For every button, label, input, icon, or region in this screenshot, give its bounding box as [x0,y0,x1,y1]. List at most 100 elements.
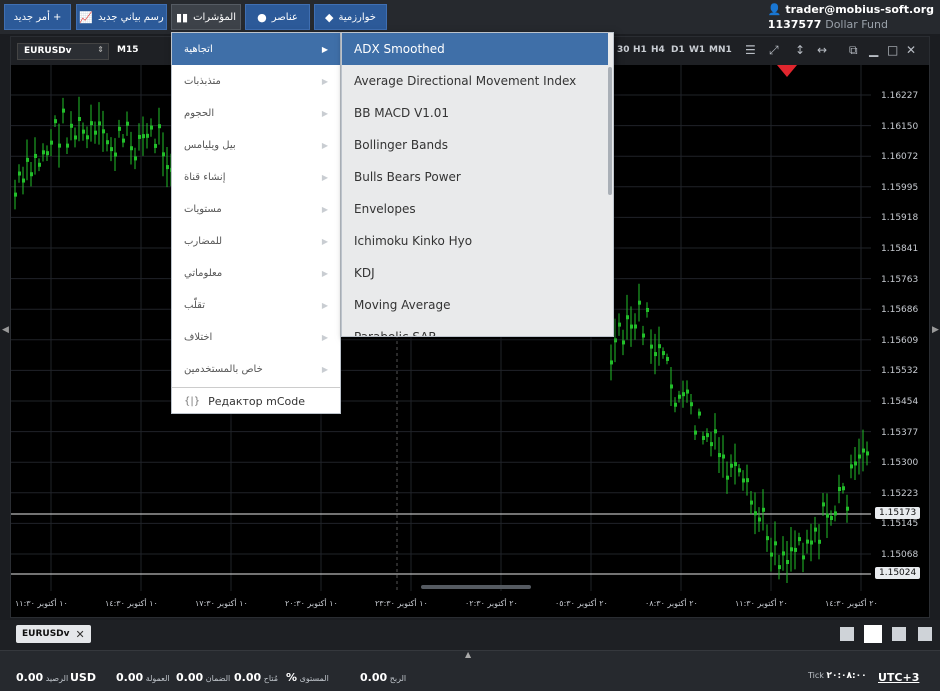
candle-body [838,487,841,492]
tf-w1[interactable]: W1 [689,45,705,55]
candle-body [142,134,145,139]
candle-body [54,119,57,124]
candle-body [730,463,733,468]
candle-body [866,451,869,456]
close-tab-icon[interactable]: ✕ [76,628,85,641]
time-tick-label: ١٠ أكتوبر ٢٣:٣٠ [375,599,428,608]
left-collapse-icon[interactable]: ◀ [2,325,9,335]
symbol-value: EURUSDv [24,46,72,56]
indicator-category-item[interactable]: الحجوم ▶ [172,97,340,129]
candle-body [26,157,29,162]
maximize-icon[interactable]: □ [887,43,898,57]
layout-rows-button[interactable] [918,627,932,641]
indicator-item[interactable]: Ichimoku Kinko Hyo [342,225,608,257]
new-order-button[interactable]: أمر جديد + [4,4,71,30]
vertical-line-icon[interactable]: ↕ [795,43,805,57]
candle-body [618,322,621,327]
price-tick-label: 1.15841 [881,244,919,254]
layout-columns-button[interactable] [892,627,906,641]
indicator-item[interactable]: Parabolic SAR [342,321,608,336]
algorithmic-button[interactable]: ◆ خوارزمية [314,4,387,30]
indicator-category-item[interactable]: معلوماتي ▶ [172,257,340,289]
tf-h1[interactable]: H1 [633,45,647,55]
candle-body [102,129,105,134]
indicators-button[interactable]: ▮▮ المؤشرات [171,4,241,30]
indicator-category-item[interactable]: بيل ويليامس ▶ [172,129,340,161]
submenu-scrollbar[interactable] [608,67,612,195]
elements-button[interactable]: ● عناصر [245,4,310,30]
right-collapse-icon[interactable]: ▶ [932,325,939,335]
candle-body [634,324,637,329]
indicator-category-item[interactable]: متذبذبات ▶ [172,65,340,97]
indicator-item[interactable]: Average Directional Movement Index [342,65,608,97]
trendline-icon[interactable]: ⤢ [769,43,779,58]
tf-h4[interactable]: H4 [651,45,665,55]
indicator-item[interactable]: Moving Average [342,289,608,321]
price-tick-label: 1.15377 [881,427,919,438]
indicator-category-item[interactable]: إنشاء قناة ▶ [172,161,340,193]
indicator-category-item[interactable]: تقلّب ▶ [172,289,340,321]
tf-d1[interactable]: D1 [671,45,685,55]
tf-m30[interactable]: 30 [617,45,630,55]
mcode-editor-item[interactable]: {|} Редактор mCode [172,387,340,415]
indicator-item[interactable]: Bulls Bears Power [342,161,608,193]
indicator-category-item[interactable]: خاص بالمستخدمين ▶ [172,353,340,385]
profit-label: الربح [389,674,407,683]
chevron-right-icon: ▶ [321,76,328,86]
candle-body [754,511,757,516]
candle-body [790,547,793,552]
candle-body [802,555,805,560]
indicator-category-item[interactable]: للمضارب ▶ [172,225,340,257]
indicator-category-item[interactable]: مستويات ▶ [172,193,340,225]
indicator-item[interactable]: Bollinger Bands [342,129,608,161]
candle-body [682,392,685,397]
indicator-item[interactable]: KDJ [342,257,608,289]
category-label: معلوماتي [184,267,223,279]
tab-eurusdv[interactable]: EURUSDv ✕ [16,625,91,643]
category-label: اتجاهية [184,43,213,55]
candle-body [74,135,77,140]
candle-body [50,140,53,145]
close-icon[interactable]: ✕ [906,43,916,57]
minimize-icon[interactable]: ▁ [869,43,878,57]
indicator-item[interactable]: Envelopes [342,193,608,225]
new-chart-button[interactable]: 📈 رسم بياني جديد [76,4,167,30]
timezone-field[interactable]: UTC+3 [878,671,919,684]
indicator-item[interactable]: BB MACD V1.01 [342,97,608,129]
expand-up-icon[interactable]: ▲ [465,650,471,659]
timezone-value[interactable]: UTC+3 [878,671,919,684]
candle-body [154,143,157,148]
candle-body [642,333,645,338]
indicator-category-item[interactable]: اتجاهية ▶ [172,33,340,65]
symbol-select[interactable]: EURUSDv ⇕ [17,43,109,60]
time-tick-label: ١٠ أكتوبر ١١:٣٠ [15,599,68,608]
candle-body [766,536,769,541]
candle-body [858,454,861,459]
popout-icon[interactable]: ⧉ [849,43,858,58]
timeframe-current[interactable]: M15 [117,45,138,55]
chart-scrollbar[interactable] [421,585,531,589]
candle-body [818,539,821,544]
horizontal-line-icon[interactable]: ↔ [817,43,827,57]
hlines-icon[interactable]: ☰ [745,43,756,57]
tf-mn1[interactable]: MN1 [709,45,732,55]
candle-body [626,315,629,320]
category-label: الحجوم [184,107,215,119]
candle-body [622,340,625,345]
candle-body [714,429,717,434]
candle-body [814,527,817,532]
candle-body [638,300,641,305]
candle-body [718,453,721,458]
chevron-right-icon: ▶ [321,140,328,150]
chevron-right-icon: ▶ [321,108,328,118]
price-tick-label: 1.15763 [881,274,919,285]
margin-label: الضمان [205,674,231,683]
layout-grid-button[interactable] [864,625,882,643]
account-info[interactable]: 👤 trader@mobius-soft.org 1137577 Dollar … [768,2,934,32]
indicator-category-item[interactable]: اختلاف ▶ [172,321,340,353]
commission-label: العمولة [145,674,170,683]
candle-body [862,448,865,453]
candle-body [138,134,141,139]
layout-single-button[interactable] [840,627,854,641]
indicator-item[interactable]: ADX Smoothed [342,33,608,65]
